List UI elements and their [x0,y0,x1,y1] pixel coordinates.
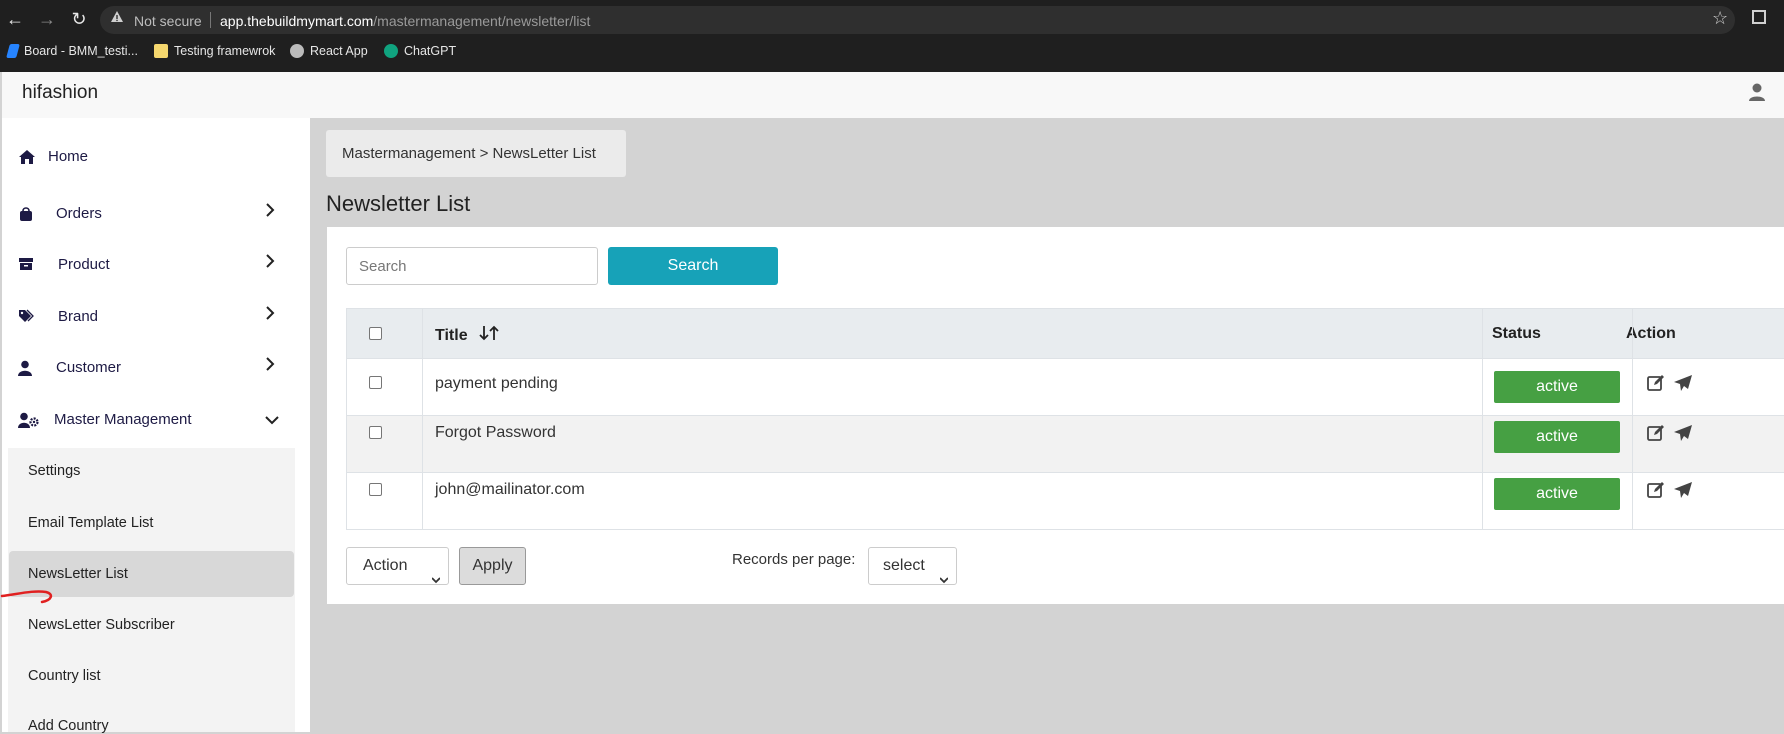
bookmark-item[interactable]: React App [290,44,368,58]
row-checkbox[interactable] [369,426,382,439]
edit-icon[interactable] [1647,481,1665,499]
sidebar-item-orders[interactable]: Orders [18,205,102,222]
bookmark-label: React App [310,44,368,58]
column-divider [1632,309,1633,529]
annotation-arrow [0,582,60,606]
select-all-checkbox[interactable] [369,327,382,340]
chevron-down-icon [939,562,949,584]
row-title: payment pending [435,375,558,392]
url-host: app.thebuildmymart.com [220,13,374,29]
forward-icon[interactable]: → [36,8,58,30]
bookmark-star-icon[interactable]: ☆ [1712,8,1728,29]
user-icon[interactable] [1748,82,1766,102]
chatgpt-icon [384,44,398,58]
column-header-status: Status [1492,325,1541,342]
home-icon [18,149,36,165]
security-label[interactable]: Not secure [134,13,202,29]
sidebar-item-master-management[interactable]: Master Management [18,411,192,428]
apply-button[interactable]: Apply [459,547,526,585]
bookmark-item[interactable]: ChatGPT [384,44,456,58]
edit-icon[interactable] [1647,374,1665,392]
sidebar-item-label: Master Management [54,411,192,428]
search-input[interactable] [346,247,598,285]
bookmark-item[interactable]: Testing framewrok [154,44,275,58]
records-per-page-select[interactable]: select [868,547,957,585]
chevron-right-icon[interactable] [264,357,276,371]
bulk-action-value: Action [363,557,408,574]
submenu-item-settings[interactable]: Settings [28,463,80,479]
reload-icon[interactable]: ↻ [68,8,90,30]
submenu-item-newsletter-subscriber[interactable]: NewsLetter Subscriber [28,617,175,633]
send-icon[interactable] [1673,481,1693,499]
records-per-page-label: Records per page: [732,551,856,568]
chevron-right-icon[interactable] [264,203,276,217]
sidebar-item-customer[interactable]: Customer [18,359,121,376]
bulk-action-select[interactable]: Action [346,547,449,585]
sidebar-item-label: Home [48,148,89,165]
folder-icon [154,44,168,58]
breadcrumb-text[interactable]: Mastermanagement > NewsLetter List [342,145,596,162]
column-divider [1482,309,1483,529]
table-row: payment pending active [347,359,1784,416]
submenu-item-newsletter-list[interactable]: NewsLetter List [28,566,128,582]
submenu-item-country-list[interactable]: Country list [28,668,101,684]
sidebar-item-home[interactable]: Home [18,148,88,165]
search-button[interactable]: Search [608,247,778,285]
sidebar-item-label: Orders [56,205,102,222]
newsletter-table: Title Status Action payment pending acti… [346,308,1784,530]
sidebar-item-label: Customer [56,359,122,376]
status-badge[interactable]: active [1494,371,1620,403]
tags-icon [18,309,36,325]
user-gear-icon [18,412,40,428]
chevron-down-icon[interactable] [264,413,280,427]
app-header [2,72,1784,118]
bag-icon [18,206,36,222]
chevron-right-icon[interactable] [264,306,276,320]
status-badge[interactable]: active [1494,478,1620,510]
box-icon [18,257,36,273]
row-title: john@mailinator.com [435,481,585,498]
page-title: Newsletter List [326,191,471,216]
bookmark-label: ChatGPT [404,44,457,58]
sidebar-item-label: Brand [58,308,99,325]
back-icon[interactable]: ← [4,8,26,30]
sort-arrows-icon[interactable] [478,325,500,346]
column-divider [422,309,423,529]
row-title: Forgot Password [435,424,556,441]
column-header-title[interactable]: Title [435,325,500,346]
bookmark-label: Testing framewrok [174,44,276,58]
globe-icon [290,44,304,58]
column-header-label: Title [435,326,468,344]
warning-icon[interactable] [110,10,124,27]
send-icon[interactable] [1673,424,1693,442]
row-checkbox[interactable] [369,483,382,496]
send-icon[interactable] [1673,374,1693,392]
jira-icon [6,44,20,58]
side-panel-icon[interactable] [1752,10,1766,24]
table-row: Forgot Password active [347,416,1784,473]
table-header: Title Status Action [347,309,1784,359]
column-header-action: Action [1626,325,1676,342]
url-text[interactable]: app.thebuildmymart.com/mastermanagement/… [220,13,590,29]
url-divider [210,12,211,28]
user-icon [18,360,36,376]
table-row: john@mailinator.com active [347,473,1784,530]
bookmark-label: Board - BMM_testi... [24,44,138,58]
records-per-page-value: select [883,557,925,574]
edit-icon[interactable] [1647,424,1665,442]
chevron-down-icon [431,562,441,584]
url-path: /mastermanagement/newsletter/list [373,13,591,29]
row-checkbox[interactable] [369,376,382,389]
bookmark-item[interactable]: Board - BMM_testi... [6,44,138,58]
brand-name[interactable]: hifashion [22,82,98,104]
submenu-item-email-template-list[interactable]: Email Template List [28,515,153,531]
chevron-right-icon[interactable] [264,254,276,268]
sidebar-item-brand[interactable]: Brand [18,308,98,325]
sidebar-item-label: Product [58,256,110,273]
status-badge[interactable]: active [1494,421,1620,453]
sidebar-item-product[interactable]: Product [18,256,110,273]
